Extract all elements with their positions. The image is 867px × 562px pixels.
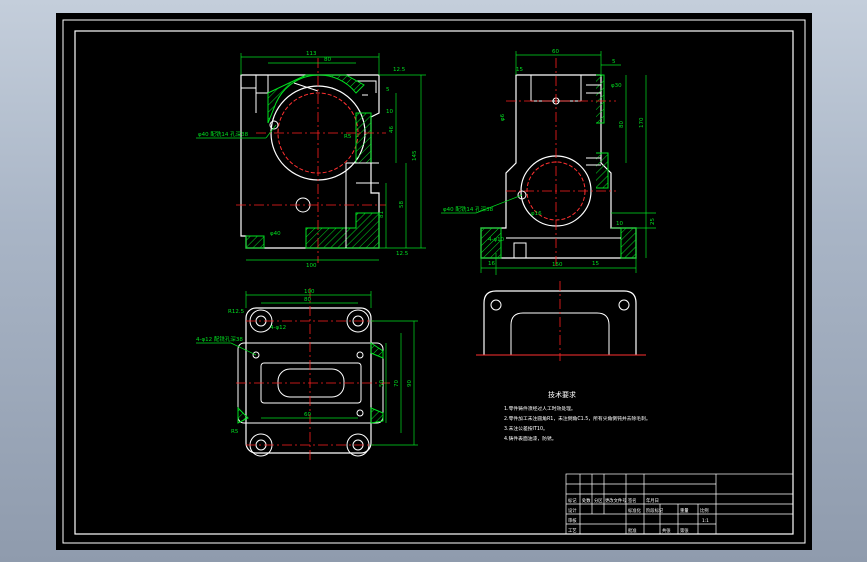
dim-side-right-c: 170 [639, 117, 645, 128]
dim-top-height-c: 90 [407, 380, 413, 387]
dim-side-bolt: φ16 [531, 211, 542, 217]
top-view[interactable] [237, 307, 384, 457]
dim-front-top-inner: 80 [324, 57, 331, 63]
dim-top-left-note: 4-φ12 配铣孔深38 [196, 335, 243, 343]
dim-side-bottom-width: 150 [552, 262, 563, 268]
cad-viewer: 113 80 12.5 5 10 R5 φ40 100 12.5 145 46 … [0, 0, 867, 562]
dim-front-height-b: 58 [399, 201, 405, 208]
dim-top-top-width: 100 [304, 289, 315, 295]
dim-side-bottom-right: 15 [592, 261, 599, 267]
dim-side-bottom-left: 16 [488, 261, 495, 267]
dim-top-height-b: 70 [394, 380, 400, 387]
dim-front-chamfer: R5 [344, 134, 352, 140]
side-hole-label: φ40 配铣14 孔深38 [443, 205, 494, 213]
tb-approve: 批准 [628, 527, 637, 534]
dim-side-top-width: 60 [552, 49, 559, 55]
dim-side-right-b: 80 [619, 121, 625, 128]
dim-front-top-width: 113 [306, 51, 317, 57]
tb-stage-mark: 阶段标记 [646, 507, 664, 514]
dim-front-height-total: 145 [412, 150, 418, 161]
tb-mark: 标记 [568, 497, 577, 504]
tb-signature: 签名 [628, 497, 637, 504]
dim-top-bottom-mid: 60 [304, 412, 311, 418]
side-view[interactable] [480, 74, 637, 259]
dim-side-top-right: 5 [612, 59, 616, 65]
dim-side-right-a: φ30 [611, 83, 622, 89]
dim-front-bottom-width: 100 [306, 263, 317, 269]
tb-standard: 标准化 [628, 507, 642, 514]
dim-front-bottom-right: 12.5 [396, 251, 409, 257]
dim-side-height-a: 25 [650, 218, 656, 225]
dim-side-height-b: 10 [616, 221, 623, 227]
dim-front-left-note: φ40 [270, 231, 281, 237]
note-line-1: 1.零件铸件须经过人工时效处理。 [504, 405, 576, 412]
dim-side-left-mid: φ6 [500, 113, 506, 121]
tb-process: 工艺 [568, 528, 577, 534]
tb-scale-value: 1:1 [702, 518, 709, 524]
dim-front-height-a: 46 [389, 126, 395, 133]
inner-border [74, 30, 794, 535]
tb-design: 设计 [568, 507, 577, 514]
technical-notes: 技术要求 1.零件铸件须经过人工时效处理。 2.零件加工未注圆角R1，未注倒角C… [504, 390, 651, 442]
dim-side-top-small: 15 [516, 67, 523, 73]
tb-sheets-total: 共张 [662, 527, 671, 534]
tb-count: 处数 [582, 497, 591, 504]
tb-date: 年月日 [646, 497, 659, 504]
dim-top-inner-width: 80 [304, 297, 311, 303]
dim-top-r-label: R12.5 [228, 309, 245, 315]
tb-weight: 重量 [680, 507, 689, 514]
title-block-text: 标记 处数 分区 更改文件号 签名 年月日 设计 标准化 阶段标记 重量 比例 … [568, 497, 709, 534]
tb-scale: 比例 [700, 507, 709, 514]
dim-front-right-a: 5 [386, 87, 390, 93]
dim-top-height-a: 50 [379, 380, 385, 387]
drawing-sheet[interactable]: 113 80 12.5 5 10 R5 φ40 100 12.5 145 46 … [56, 13, 812, 550]
top-view-centerlines [236, 288, 391, 463]
tb-change-doc: 更改文件号 [605, 497, 626, 504]
dim-side-small-note: 4-φ10 [488, 237, 505, 243]
tb-zone: 分区 [594, 497, 603, 504]
note-line-2: 2.零件加工未注圆角R1，未注倒角C1.5，所有尖角倒钝并去除毛刺。 [504, 415, 651, 422]
partial-view[interactable] [476, 290, 646, 356]
dim-front-height-c: 81 [379, 211, 385, 218]
dim-front-right-b: 10 [386, 109, 393, 115]
notes-title: 技术要求 [548, 390, 576, 399]
front-view[interactable] [240, 74, 380, 249]
note-line-4: 4.铸件表面油漆，防锈。 [504, 435, 557, 442]
dim-top-bottom-left: R5 [231, 429, 239, 435]
dim-top-left-small: 4-φ12 [270, 325, 286, 331]
tb-review: 审核 [568, 517, 577, 524]
tb-sheet-no: 第张 [680, 527, 689, 534]
drawing-canvas: 113 80 12.5 5 10 R5 φ40 100 12.5 145 46 … [62, 19, 806, 544]
outer-border [62, 19, 806, 544]
dim-front-right-top: 12.5 [393, 67, 406, 73]
title-block[interactable] [565, 473, 794, 535]
front-hole-label: φ40 配铣14 孔深38 [198, 130, 249, 138]
note-line-3: 3.未注公差按IT10。 [504, 425, 548, 432]
